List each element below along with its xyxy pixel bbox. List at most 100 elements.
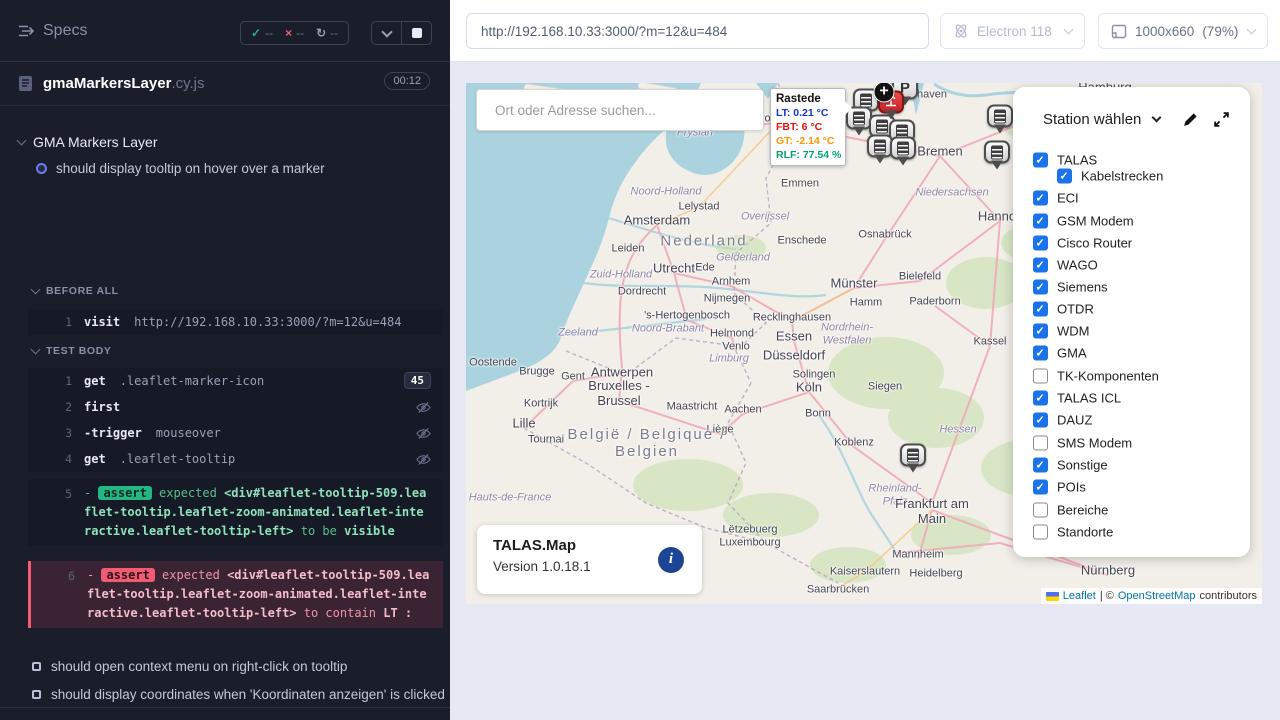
- checkbox-unchecked[interactable]: [1033, 436, 1048, 451]
- run-controls: [371, 21, 432, 45]
- command-visit[interactable]: 1 visit http://192.168.10.33:3000/?m=12&…: [28, 309, 443, 335]
- eye-slash-icon: [416, 426, 431, 444]
- app-version: Version 1.0.18.1: [493, 559, 686, 574]
- station-layer-row[interactable]: WAGO: [1033, 258, 1098, 273]
- checkbox-checked[interactable]: [1033, 413, 1048, 428]
- station-layer-label: Standorte: [1057, 525, 1113, 540]
- station-layer-row[interactable]: SMS Modem: [1033, 436, 1132, 451]
- command-get-marker[interactable]: 1 get .leaflet-marker-icon 45: [28, 368, 443, 394]
- checkbox-checked[interactable]: [1033, 258, 1048, 273]
- run-stats: ✓-- ×-- ↻--: [240, 21, 349, 45]
- checkbox-checked[interactable]: [1033, 191, 1048, 206]
- suite-chevron-icon: [17, 136, 27, 146]
- specs-toggle[interactable]: Specs: [18, 22, 87, 40]
- station-layer-row[interactable]: Siemens: [1033, 280, 1108, 295]
- command-first[interactable]: 2 first: [28, 394, 443, 420]
- url-input[interactable]: http://192.168.10.33:3000/?m=12&u=484: [466, 13, 929, 49]
- station-layer-row[interactable]: Sonstige: [1033, 458, 1108, 473]
- station-layer-row[interactable]: WDM: [1033, 324, 1090, 339]
- cypress-reporter: Specs ✓-- ×-- ↻-- gmaMarkersLayer.cy.js …: [0, 0, 450, 720]
- checkbox-checked[interactable]: [1033, 458, 1048, 473]
- section-test-body[interactable]: TEST BODY: [32, 345, 112, 357]
- restart-icon: ↻: [316, 26, 326, 40]
- spec-name: gmaMarkersLayer: [43, 75, 171, 92]
- station-layer-row[interactable]: GMA: [1033, 346, 1087, 361]
- station-layer-label: Bereiche: [1057, 503, 1108, 518]
- pending-test-icon: [32, 690, 41, 699]
- browser-select[interactable]: Electron 118: [940, 13, 1085, 49]
- expand-icon[interactable]: [1213, 111, 1230, 128]
- station-layer-row[interactable]: Standorte: [1033, 525, 1113, 540]
- station-layer-label: TK-Komponenten: [1057, 369, 1159, 384]
- map-search-input[interactable]: Ort oder Adresse suchen...: [476, 89, 764, 131]
- map-attribution: Leaflet | © OpenStreetMap contributors: [1041, 588, 1262, 604]
- station-layer-row[interactable]: DAUZ: [1033, 413, 1092, 428]
- station-marker[interactable]: [987, 105, 1013, 128]
- checkbox-checked[interactable]: [1033, 280, 1048, 295]
- marker-tooltip[interactable]: Rastede LT: 0.21 °CFBT: 6 °CGT: -2.14 °C…: [770, 88, 846, 166]
- station-marker[interactable]: [890, 137, 916, 160]
- station-layer-row[interactable]: Kabelstrecken: [1057, 169, 1163, 184]
- leaflet-map[interactable]: HamburgBremerhavenGroningenFryslânBremen…: [466, 83, 1262, 604]
- suite-title[interactable]: GMA Markers Layer: [18, 134, 157, 150]
- pending-test-coordinates[interactable]: should display coordinates when 'Koordin…: [32, 687, 445, 702]
- stop-button[interactable]: [401, 22, 431, 44]
- assert-badge: assert: [101, 568, 154, 582]
- stat-failed: ×--: [285, 26, 304, 40]
- command-trigger[interactable]: 3 -trigger mouseover: [28, 420, 443, 446]
- command-get-tooltip[interactable]: 4 get .leaflet-tooltip: [28, 446, 443, 472]
- chevron-down-icon: [1247, 25, 1257, 35]
- app-title: TALAS.Map: [493, 537, 686, 554]
- electron-icon: [953, 23, 969, 39]
- station-panel-title: Station wählen: [1043, 111, 1141, 128]
- checkbox-checked[interactable]: [1033, 214, 1048, 229]
- station-marker[interactable]: [984, 141, 1010, 164]
- station-layer-row[interactable]: TALAS: [1033, 153, 1097, 168]
- rack-icon: [860, 94, 872, 108]
- edit-pencil-icon[interactable]: [1182, 111, 1199, 128]
- osm-link[interactable]: OpenStreetMap: [1118, 590, 1196, 602]
- pending-test-context-menu[interactable]: should open context menu on right-click …: [32, 659, 347, 674]
- checkbox-checked[interactable]: [1033, 302, 1048, 317]
- leaflet-link[interactable]: Leaflet: [1063, 590, 1096, 602]
- station-layer-label: OTDR: [1057, 302, 1094, 317]
- checkbox-checked[interactable]: [1033, 346, 1048, 361]
- running-test-title[interactable]: should display tooltip on hover over a m…: [36, 161, 325, 176]
- version-box: TALAS.Map Version 1.0.18.1 i: [477, 525, 702, 594]
- station-layer-row[interactable]: OTDR: [1033, 302, 1094, 317]
- spec-row[interactable]: gmaMarkersLayer.cy.js 00:12: [0, 62, 450, 106]
- station-layer-row[interactable]: POIs: [1033, 480, 1086, 495]
- viewport-select[interactable]: 1000x660 (79%): [1098, 13, 1268, 49]
- checkbox-checked[interactable]: [1033, 236, 1048, 251]
- specs-menu-icon: [18, 24, 35, 38]
- info-icon[interactable]: i: [658, 547, 684, 573]
- pending-test-icon: [32, 662, 41, 671]
- checkbox-unchecked[interactable]: [1033, 525, 1048, 540]
- checkbox-checked[interactable]: [1033, 153, 1048, 168]
- checkbox-checked[interactable]: [1057, 169, 1072, 184]
- checkbox-checked[interactable]: [1033, 324, 1048, 339]
- station-layer-row[interactable]: TALAS ICL: [1033, 391, 1121, 406]
- checkbox-checked[interactable]: [1033, 391, 1048, 406]
- checkbox-unchecked[interactable]: [1033, 369, 1048, 384]
- station-layer-row[interactable]: ECI: [1033, 191, 1079, 206]
- stat-passed: ✓--: [251, 26, 273, 40]
- collapse-button[interactable]: [372, 22, 401, 44]
- section-before-all[interactable]: BEFORE ALL: [32, 285, 119, 297]
- station-layer-row[interactable]: GSM Modem: [1033, 214, 1134, 229]
- specs-label: Specs: [43, 22, 87, 40]
- station-marker[interactable]: [900, 444, 926, 467]
- checkbox-checked[interactable]: [1033, 480, 1048, 495]
- checkbox-unchecked[interactable]: [1033, 503, 1048, 518]
- station-layer-row[interactable]: Cisco Router: [1033, 236, 1132, 251]
- assert-failed[interactable]: 6 - assert expected <div#leaflet-tooltip…: [28, 561, 443, 628]
- station-layer-row[interactable]: TK-Komponenten: [1033, 369, 1159, 384]
- assert-passed[interactable]: 5 - assert expected <div#leaflet-tooltip…: [28, 479, 443, 546]
- rack-icon: [897, 142, 909, 156]
- station-layer-row[interactable]: Bereiche: [1033, 503, 1108, 518]
- station-layer-label: GSM Modem: [1057, 214, 1134, 229]
- chevron-down-icon[interactable]: [1152, 113, 1162, 123]
- station-panel: Station wählen TALA: [1013, 87, 1250, 557]
- test-body-commands: 1 get .leaflet-marker-icon 45 2 first 3 …: [28, 368, 443, 472]
- element-count-badge: 45: [404, 372, 431, 389]
